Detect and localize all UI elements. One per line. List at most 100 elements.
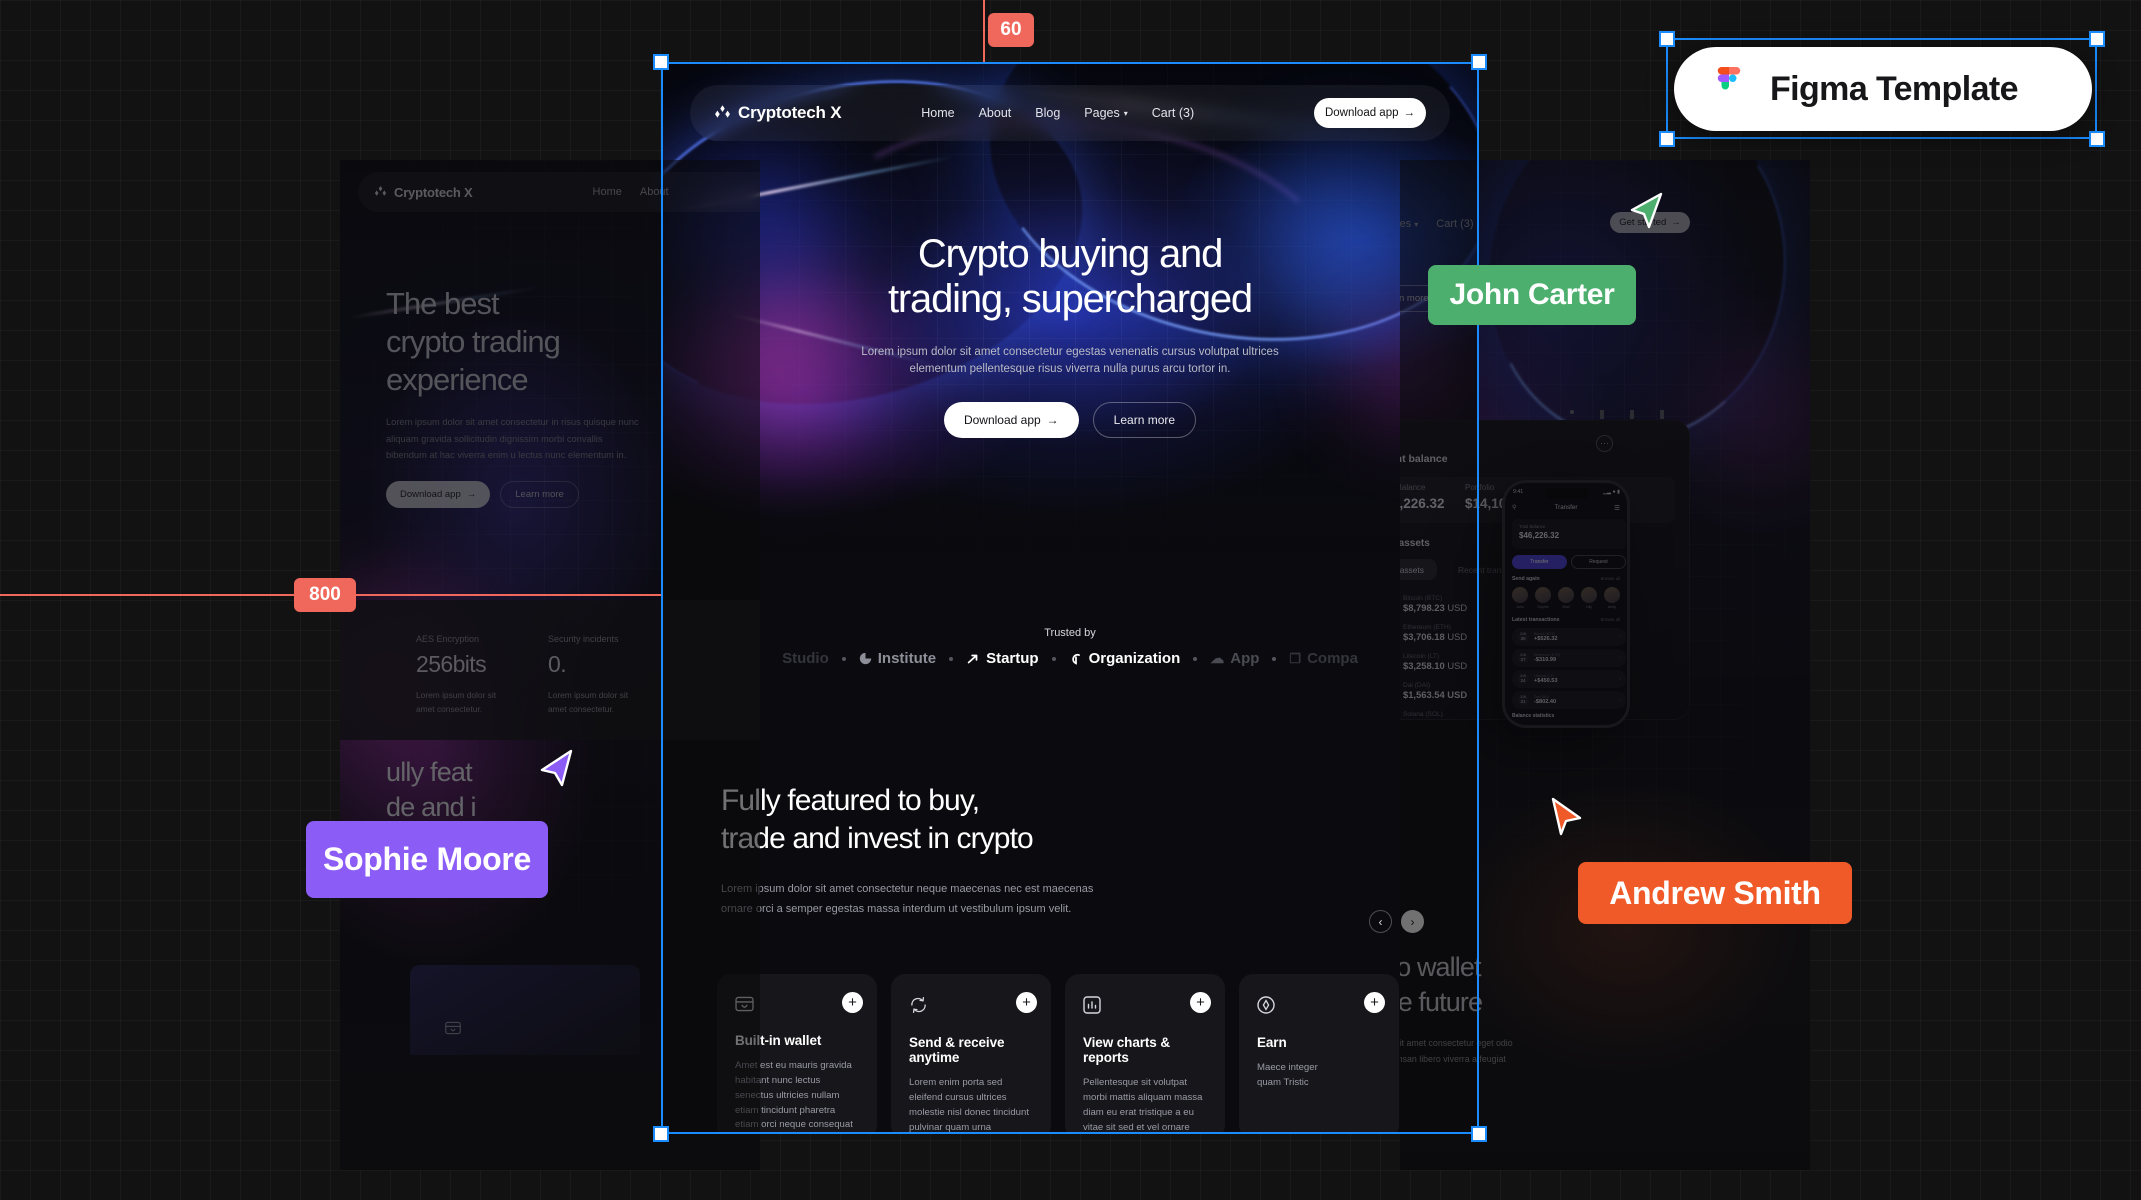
feature-card-charts-reports[interactable]: View charts & reports Pellentesque sit v… bbox=[1065, 974, 1225, 1134]
front-page-selected[interactable]: Cryptotech X Home About Blog Pages ▾ Car… bbox=[661, 62, 1479, 1134]
list-item[interactable]: JUN 30 Bitcoin (BTC) +$526.32 › bbox=[1512, 628, 1626, 646]
nav-download-app-button[interactable]: Download app → bbox=[1313, 98, 1426, 128]
arrow-right-icon: → bbox=[1046, 413, 1059, 428]
stat-value-2: 0. bbox=[548, 651, 567, 677]
front-page-brand[interactable]: Cryptotech X bbox=[714, 103, 842, 123]
left-hero-title: The best crypto trading experience bbox=[386, 285, 716, 398]
logo-icon bbox=[374, 185, 387, 196]
phone-transfer-button[interactable]: Transfer bbox=[1512, 555, 1567, 569]
left-page-brand[interactable]: Cryptotech X bbox=[374, 185, 473, 200]
stat-block-2: Security incidents 0. Lorem ipsum dolor … bbox=[548, 634, 658, 717]
resize-handle-top-right[interactable] bbox=[1471, 54, 1487, 70]
right-page-wallet-section: A crypto wallet from the future Lorem ip… bbox=[1400, 950, 1700, 1068]
front-page-brand-label: Cryptotech X bbox=[738, 103, 842, 122]
feature-card-expand-button[interactable]: + bbox=[1364, 992, 1385, 1013]
menu-icon[interactable]: ☰ bbox=[1614, 504, 1620, 512]
logo-organization: Organization bbox=[1069, 650, 1180, 667]
list-item[interactable]: JUN 21 Dai (DAI) -$802.40 › bbox=[1512, 691, 1626, 709]
chevron-right-icon: › bbox=[1619, 655, 1621, 661]
front-page-hero: Crypto buying and trading, supercharged … bbox=[661, 232, 1479, 439]
dashboard-menu-icon[interactable]: ⋯ bbox=[1596, 435, 1613, 452]
resize-handle-bottom-right[interactable] bbox=[1471, 1126, 1487, 1142]
feature-card-body: Pellentesque sit volutpat morbi mattis a… bbox=[1083, 1077, 1203, 1133]
right-nav-link-pages[interactable]: Pages ▾ bbox=[1400, 218, 1418, 230]
feature-card-title: Send & receive anytime bbox=[909, 1035, 1005, 1065]
cursor-arrow-john-carter bbox=[1630, 192, 1663, 229]
pie-icon bbox=[859, 652, 871, 665]
right-nav-link-cart[interactable]: Cart (3) bbox=[1436, 218, 1473, 230]
badge-resize-handle-top-left[interactable] bbox=[1659, 31, 1675, 47]
contact-item[interactable]: John bbox=[1512, 587, 1528, 609]
badge-resize-handle-bottom-right[interactable] bbox=[2089, 131, 2105, 147]
nav-link-blog[interactable]: Blog bbox=[1035, 106, 1060, 120]
list-item[interactable]: JUN 27 Ethereum (ETH) -$310.99 › bbox=[1512, 649, 1626, 667]
nav-link-home[interactable]: Home bbox=[921, 106, 954, 120]
feature-card-title: View charts & reports bbox=[1083, 1035, 1170, 1065]
left-features-title-line2: de and i bbox=[386, 792, 476, 823]
badge-resize-handle-bottom-left[interactable] bbox=[1659, 131, 1675, 147]
trusted-by-logos: Studio Institute Startup Organization ☁ … bbox=[661, 650, 1479, 667]
nav-link-about[interactable]: About bbox=[979, 106, 1012, 120]
carousel-prev-button[interactable]: ‹ bbox=[1369, 910, 1392, 933]
avatar bbox=[1581, 587, 1597, 603]
right-page-dots bbox=[1570, 410, 1664, 419]
feature-card-body: Amet est eu mauris gravida habitant nunc… bbox=[735, 1060, 853, 1131]
hero-actions: Download app → Learn more bbox=[661, 402, 1479, 439]
feature-card-title: Built-in wallet bbox=[735, 1033, 822, 1048]
resize-handle-top-left[interactable] bbox=[653, 54, 669, 70]
front-page-nav[interactable]: Cryptotech X Home About Blog Pages ▾ Car… bbox=[690, 85, 1450, 141]
left-page-nav-links[interactable]: Home About bbox=[593, 186, 669, 198]
phone-browse-all-link[interactable]: Browse all bbox=[1601, 576, 1620, 581]
left-nav-link-about[interactable]: About bbox=[640, 186, 669, 198]
phone-request-button[interactable]: Request bbox=[1571, 555, 1626, 569]
dashboard-assets-heading: rent assets bbox=[1400, 538, 1430, 549]
row-date: JUN 21 bbox=[1517, 694, 1529, 706]
right-page-phone-mock[interactable]: 9:41 ▁▂ ● ▮ ⚲ Transfer ☰ Total Balance $… bbox=[1502, 480, 1630, 728]
left-page-nav[interactable]: Cryptotech X Home About bbox=[358, 172, 760, 212]
copy-icon: ❐ bbox=[1289, 650, 1302, 666]
nav-link-pages[interactable]: Pages ▾ bbox=[1084, 106, 1127, 120]
feature-card-earn[interactable]: Earn Maece integer quam Tristic + bbox=[1239, 974, 1399, 1134]
front-page-trusted-section: Trusted by Studio Institute Startup Orga… bbox=[661, 627, 1479, 667]
nav-link-cart[interactable]: Cart (3) bbox=[1152, 106, 1194, 120]
trend-up-icon bbox=[967, 654, 978, 663]
carousel-next-button[interactable]: › bbox=[1401, 910, 1424, 933]
chevron-down-icon: ▾ bbox=[1123, 108, 1128, 118]
feature-card-expand-button[interactable]: + bbox=[1016, 992, 1037, 1013]
feature-card-expand-button[interactable]: + bbox=[1190, 992, 1211, 1013]
contact-item[interactable]: Lilly bbox=[1581, 587, 1597, 609]
hero-download-app-button[interactable]: Download app → bbox=[943, 402, 1079, 439]
logo-company: ❐ Compa bbox=[1289, 650, 1358, 667]
left-hero-learnmore-button[interactable]: Learn more bbox=[500, 481, 579, 509]
contact-item[interactable]: Andy bbox=[1604, 587, 1620, 609]
measure-label-height: 800 bbox=[294, 578, 356, 612]
feature-card-send-receive[interactable]: Send & receive anytime Lorem enim porta … bbox=[891, 974, 1051, 1134]
front-page-nav-links[interactable]: Home About Blog Pages ▾ Cart (3) bbox=[921, 106, 1194, 120]
cursor-label-sophie-moore: Sophie Moore bbox=[306, 821, 548, 898]
logo-startup: Startup bbox=[966, 650, 1039, 667]
chart-icon bbox=[1083, 996, 1207, 1019]
right-page-nav[interactable]: Pages ▾ Cart (3) bbox=[1400, 218, 1474, 230]
left-hero-download-button[interactable]: Download app → bbox=[386, 481, 491, 509]
cursor-arrow-andrew-smith bbox=[1551, 797, 1582, 836]
contact-item[interactable]: Mod bbox=[1558, 587, 1574, 609]
badge-resize-handle-top-right[interactable] bbox=[2089, 31, 2105, 47]
feature-cards-row: Built-in wallet Amet est eu mauris gravi… bbox=[717, 974, 1399, 1134]
hero-learn-more-button[interactable]: Learn more bbox=[1092, 402, 1197, 439]
arrow-right-icon: → bbox=[1671, 217, 1681, 228]
wallet-title-line1: A crypto wallet bbox=[1400, 952, 1481, 982]
figma-template-badge[interactable]: Figma Template bbox=[1674, 47, 2092, 131]
left-nav-link-home[interactable]: Home bbox=[593, 186, 622, 198]
feature-card-expand-button[interactable]: + bbox=[842, 992, 863, 1013]
hero-title-line1: Crypto buying and bbox=[917, 232, 1223, 276]
feature-card-built-in-wallet[interactable]: Built-in wallet Amet est eu mauris gravi… bbox=[717, 974, 877, 1134]
left-page-feature-card[interactable] bbox=[410, 965, 640, 1055]
phone-balance-card: Total Balance $46,226.32 bbox=[1512, 519, 1626, 549]
contact-item[interactable]: Sophie bbox=[1535, 587, 1551, 609]
phone-status-time: 9:41 bbox=[1513, 489, 1524, 495]
resize-handle-bottom-left[interactable] bbox=[653, 1126, 669, 1142]
logo-institute: Institute bbox=[859, 650, 936, 667]
list-item[interactable]: JUN 24 Litecoin (LT) +$450.53 › bbox=[1512, 670, 1626, 688]
dashboard-tab-all-assets[interactable]: All assets bbox=[1400, 559, 1437, 580]
hero-title-line2: trading, supercharged bbox=[888, 276, 1253, 321]
